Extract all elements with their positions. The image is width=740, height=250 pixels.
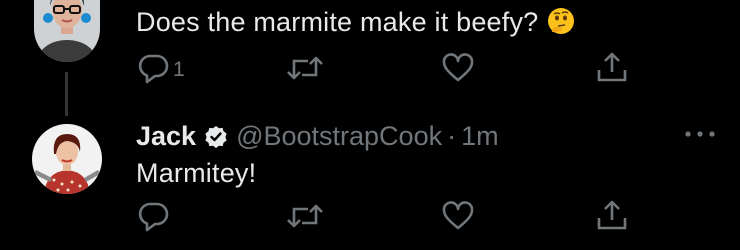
verified-badge-icon — [204, 125, 228, 149]
more-icon — [685, 131, 715, 137]
avatar[interactable] — [32, 124, 102, 194]
retweet-icon — [287, 204, 323, 228]
share-button[interactable] — [595, 50, 629, 89]
reply-icon — [138, 202, 169, 232]
reply-count: 1 — [173, 58, 185, 81]
separator-dot: · — [447, 121, 457, 151]
retweet-icon — [287, 56, 323, 80]
reply-button[interactable] — [136, 200, 170, 237]
share-icon — [597, 52, 627, 82]
share-button[interactable] — [595, 198, 629, 237]
author-name[interactable]: Jack — [136, 121, 196, 152]
thread-line — [65, 72, 68, 116]
tweet-header: Jack @BootstrapCook · 1m — [136, 121, 499, 152]
retweet-button[interactable] — [285, 52, 325, 89]
tweet-text: Does the marmite make it beefy? — [136, 6, 576, 38]
heart-icon — [442, 201, 474, 230]
like-button[interactable] — [441, 52, 475, 89]
retweet-button[interactable] — [285, 200, 325, 237]
avatar[interactable] — [34, 0, 100, 62]
tweet-text: Marmitey! — [136, 158, 257, 188]
reply-button[interactable] — [136, 52, 170, 89]
timestamp[interactable]: 1m — [461, 121, 499, 152]
heart-icon — [442, 53, 474, 82]
share-icon — [597, 200, 627, 230]
like-button[interactable] — [441, 200, 475, 237]
author-handle[interactable]: @BootstrapCook — [236, 121, 442, 152]
more-options-button[interactable] — [683, 127, 717, 141]
reply-icon — [138, 54, 169, 84]
thinking-face-icon — [546, 6, 576, 36]
